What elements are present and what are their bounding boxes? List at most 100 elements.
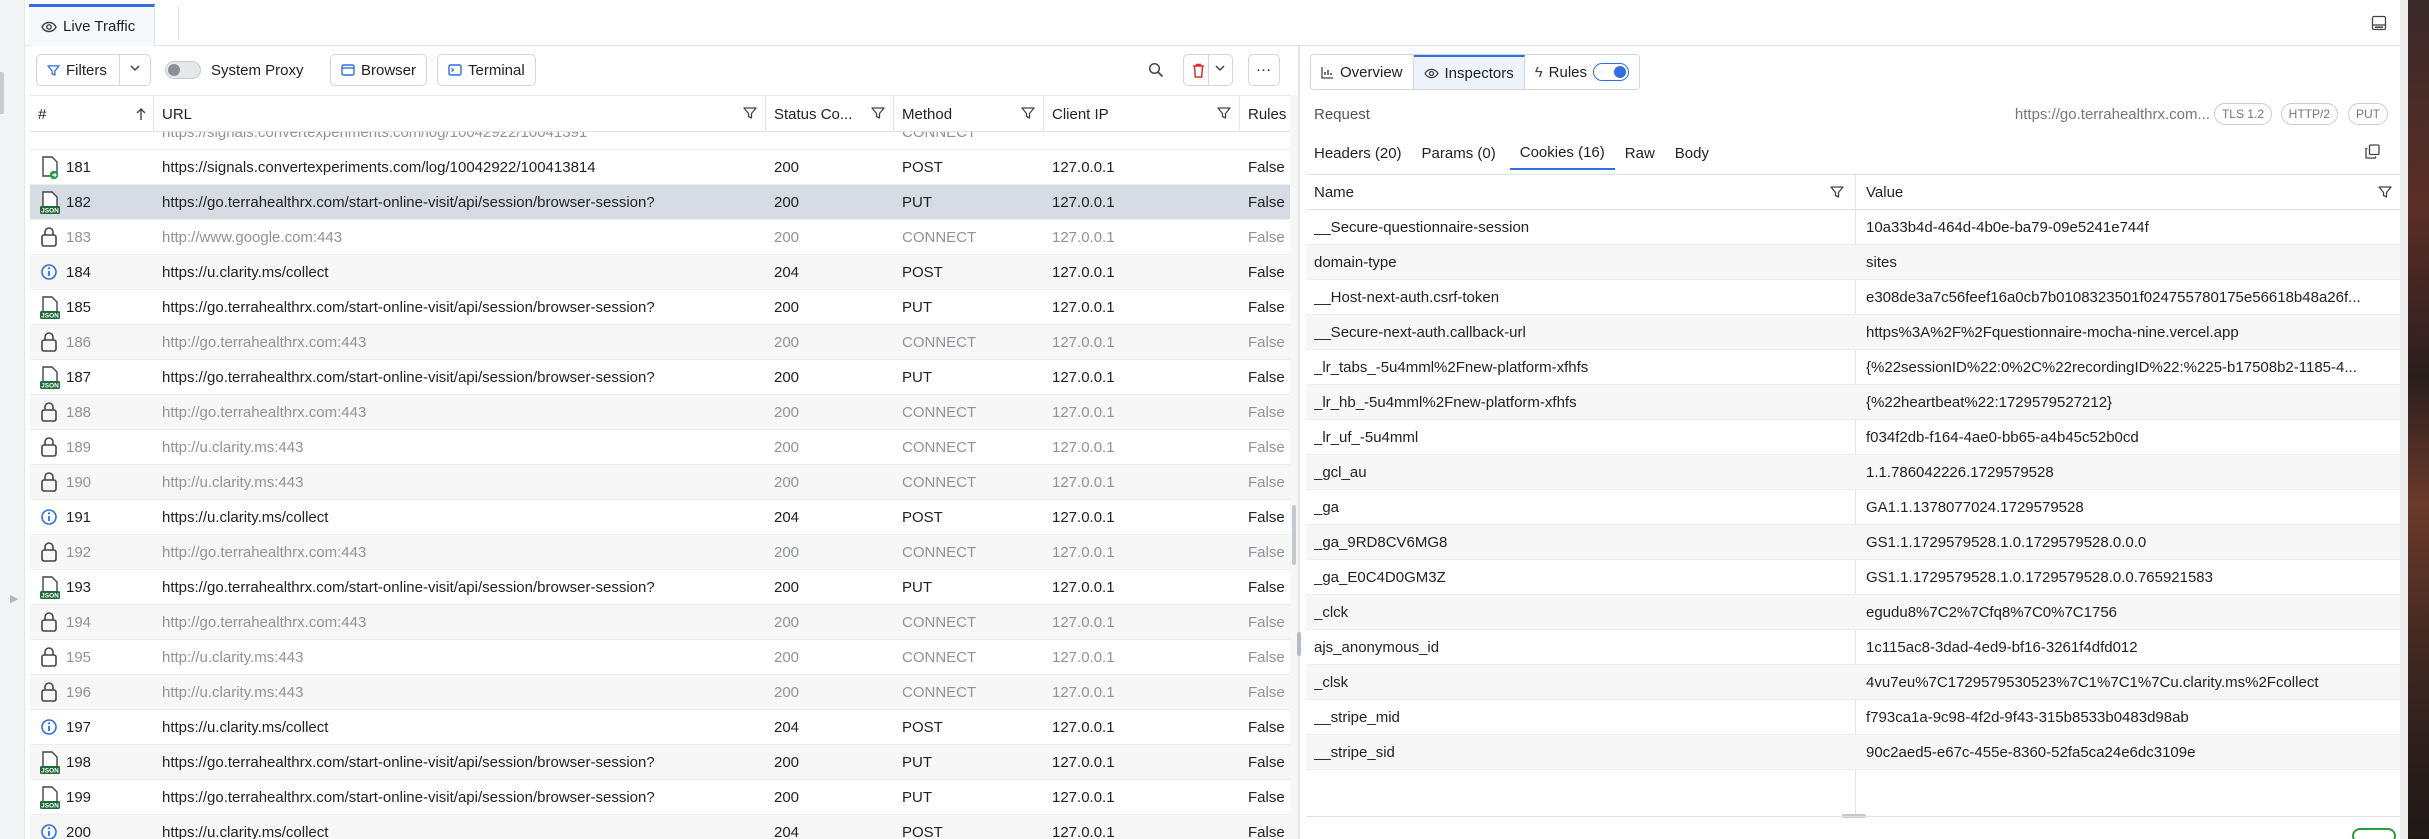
table-row[interactable]: JSON 198 https://go.terrahealthrx.com/star… <box>30 745 1290 780</box>
column-header-number[interactable]: # <box>30 96 154 132</box>
tab-rules[interactable]: ϟ Rules <box>1524 55 1640 89</box>
search-icon[interactable] <box>1148 62 1164 82</box>
table-row[interactable]: 191 https://u.clarity.ms/collect 204 POST 12… <box>30 500 1290 535</box>
cookie-row[interactable]: __Secure-questionnaire-session 10a33b4d-4… <box>1306 210 2400 245</box>
table-scrollbar-thumb[interactable] <box>1292 505 1296 565</box>
more-options-button[interactable]: … <box>1248 54 1280 86</box>
row-status: 200 <box>774 579 800 596</box>
row-status: 200 <box>774 754 800 771</box>
cookie-row[interactable]: _clck egudu8%7C2%7Cfq8%7C0%7C1756 <box>1306 595 2400 630</box>
lock-icon <box>40 401 58 424</box>
subtab-body[interactable]: Body <box>1675 136 1719 170</box>
cookie-row[interactable]: _ga GA1.1.1378077024.1729579528 <box>1306 490 2400 525</box>
cookie-row[interactable]: __Secure-next-auth.callback-url https%3A%… <box>1306 315 2400 350</box>
cookie-row[interactable]: _clsk 4vu7eu%7C1729579530523%7C1%7C1%7Cu.… <box>1306 665 2400 700</box>
table-row[interactable]: JSON 193 https://go.terrahealthrx.com/star… <box>30 570 1290 605</box>
tab-inspectors[interactable]: Inspectors <box>1413 55 1525 89</box>
column-filter-icon[interactable] <box>1830 185 1844 199</box>
column-label: URL <box>162 105 193 123</box>
system-proxy-label: System Proxy <box>211 61 304 79</box>
table-scrollbar[interactable] <box>1290 95 1298 839</box>
cookie-row[interactable]: _ga_9RD8CV6MG8 GS1.1.1729579528.1.0.17295… <box>1306 525 2400 560</box>
splitter-handle[interactable] <box>1297 632 1301 656</box>
column-header-client-ip[interactable]: Client IP <box>1044 96 1240 132</box>
subtab-cookies[interactable]: Cookies (16) <box>1509 136 1615 170</box>
filters-button[interactable]: Filters <box>36 54 151 86</box>
sort-arrow-up-icon[interactable] <box>135 107 147 121</box>
table-row[interactable]: 195 http://u.clarity.ms:443 200 CONNECT 127.… <box>30 640 1290 675</box>
cookie-row[interactable]: _ga_E0C4D0GM3Z GS1.1.1729579528.1.0.17295… <box>1306 560 2400 595</box>
cookie-row[interactable]: __Host-next-auth.csrf-token e308de3a7c56f… <box>1306 280 2400 315</box>
table-row[interactable]: 194 http://go.terrahealthrx.com:443 200 CON… <box>30 605 1290 640</box>
chevron-down-icon[interactable] <box>128 61 142 79</box>
table-row[interactable]: JSON 187 https://go.terrahealthrx.com/star… <box>30 360 1290 395</box>
table-row[interactable]: JSON 199 https://go.terrahealthrx.com/star… <box>30 780 1290 815</box>
browser-button[interactable]: Browser <box>330 54 428 86</box>
svg-text:JSON: JSON <box>41 593 59 600</box>
layout-toggle-button[interactable] <box>2368 12 2390 34</box>
http-version-badge: HTTP/2 <box>2280 103 2338 125</box>
column-label: Status Co... <box>774 105 853 123</box>
row-method: PUT <box>902 789 932 806</box>
column-header-method[interactable]: Method <box>894 96 1044 132</box>
cookie-row[interactable]: domain-type sites <box>1306 245 2400 280</box>
column-header-value[interactable]: Value <box>1858 175 2400 209</box>
tab-overview[interactable]: Overview <box>1311 55 1414 89</box>
column-filter-icon[interactable] <box>743 106 757 120</box>
cookie-row[interactable]: __stripe_sid 90c2aed5-e67c-455e-8360-52fa… <box>1306 735 2400 770</box>
column-header-url[interactable]: URL <box>154 96 766 132</box>
column-header-status[interactable]: Status Co... <box>766 96 894 132</box>
column-filter-icon[interactable] <box>2378 185 2392 199</box>
table-row[interactable]: 188 http://go.terrahealthrx.com:443 200 CON… <box>30 395 1290 430</box>
system-proxy-toggle[interactable] <box>165 61 201 79</box>
subtab-params[interactable]: Params (0) <box>1422 136 1506 170</box>
json-icon: JSON <box>40 366 60 390</box>
cookie-row[interactable]: _lr_hb_-5u4mml%2Fnew-platform-xfhfs {%22h… <box>1306 385 2400 420</box>
clear-traffic-button[interactable] <box>1183 54 1233 86</box>
copy-icon[interactable] <box>2365 144 2380 163</box>
terminal-button[interactable]: Terminal <box>437 54 536 86</box>
cookie-value: GS1.1.1729579528.1.0.1729579528.0.0.0 <box>1866 534 2147 551</box>
table-row[interactable]: 186 http://go.terrahealthrx.com:443 200 CON… <box>30 325 1290 360</box>
cookie-row[interactable]: _gcl_au 1.1.786042226.1729579528 <box>1306 455 2400 490</box>
table-row[interactable]: https://signals.convertexperiments.com/l… <box>30 132 1290 150</box>
gutter-marker <box>0 72 4 114</box>
column-filter-icon[interactable] <box>1021 106 1035 120</box>
table-row[interactable]: 183 http://www.google.com:443 200 CONNECT 12… <box>30 220 1290 255</box>
table-row[interactable]: 192 http://go.terrahealthrx.com:443 200 CON… <box>30 535 1290 570</box>
row-client-ip: 127.0.0.1 <box>1052 579 1115 596</box>
row-number: 199 <box>66 789 92 806</box>
table-row[interactable]: 200 https://u.clarity.ms/collect 204 POST 12… <box>30 815 1290 839</box>
subtab-raw[interactable]: Raw <box>1625 136 1665 170</box>
column-filter-icon[interactable] <box>1217 106 1231 120</box>
terminal-icon <box>448 64 462 76</box>
table-row[interactable]: 190 http://u.clarity.ms:443 200 CONNECT 127.… <box>30 465 1290 500</box>
table-row[interactable]: 197 https://u.clarity.ms/collect 204 POST 12… <box>30 710 1290 745</box>
cookie-row[interactable]: __stripe_mid f793ca1a-9c98-4f2d-9f43-315b… <box>1306 700 2400 735</box>
table-row[interactable]: 196 http://u.clarity.ms:443 200 CONNECT 127.… <box>30 675 1290 710</box>
row-url: https://go.terrahealthrx.com/start-onlin… <box>162 579 655 596</box>
tab-live-traffic[interactable]: Live Traffic <box>29 4 155 46</box>
table-row[interactable]: 189 http://u.clarity.ms:443 200 CONNECT 127.… <box>30 430 1290 465</box>
cookie-row[interactable]: ajs_anonymous_id 1c115ac8-3dad-4ed9-bf16-… <box>1306 630 2400 665</box>
expand-arrow-icon[interactable]: ▶ <box>10 592 18 605</box>
rules-toggle[interactable] <box>1593 63 1630 81</box>
subtab-headers[interactable]: Headers (20) <box>1314 136 1412 170</box>
table-row[interactable]: 181 https://signals.convertexperiments.co… <box>30 150 1290 185</box>
column-header-rules[interactable]: Rules <box>1240 96 1290 132</box>
table-row[interactable]: JSON 185 https://go.terrahealthrx.com/star… <box>30 290 1290 325</box>
table-row[interactable]: 184 https://u.clarity.ms/collect 204 POST 12… <box>30 255 1290 290</box>
column-filter-icon[interactable] <box>871 106 885 120</box>
cookie-row[interactable]: _lr_uf_-5u4mml f034f2db-f164-4ae0-bb65-a4… <box>1306 420 2400 455</box>
cookie-name: _ga_9RD8CV6MG8 <box>1314 534 1448 551</box>
chevron-down-icon[interactable] <box>1213 61 1227 79</box>
row-rules: False <box>1248 509 1285 526</box>
cookies-table-header: Name Value <box>1306 174 2400 210</box>
cookie-row[interactable]: _lr_tabs_-5u4mml%2Fnew-platform-xfhfs {%2… <box>1306 350 2400 385</box>
eye-icon <box>1423 68 1439 78</box>
table-row[interactable]: JSON 182 https://go.terrahealthrx.com/star… <box>30 185 1290 220</box>
json-icon: JSON <box>40 191 60 215</box>
doc-arrow-icon <box>40 156 59 180</box>
column-header-name[interactable]: Name <box>1306 175 1858 209</box>
pane-splitter[interactable] <box>1298 46 1300 839</box>
